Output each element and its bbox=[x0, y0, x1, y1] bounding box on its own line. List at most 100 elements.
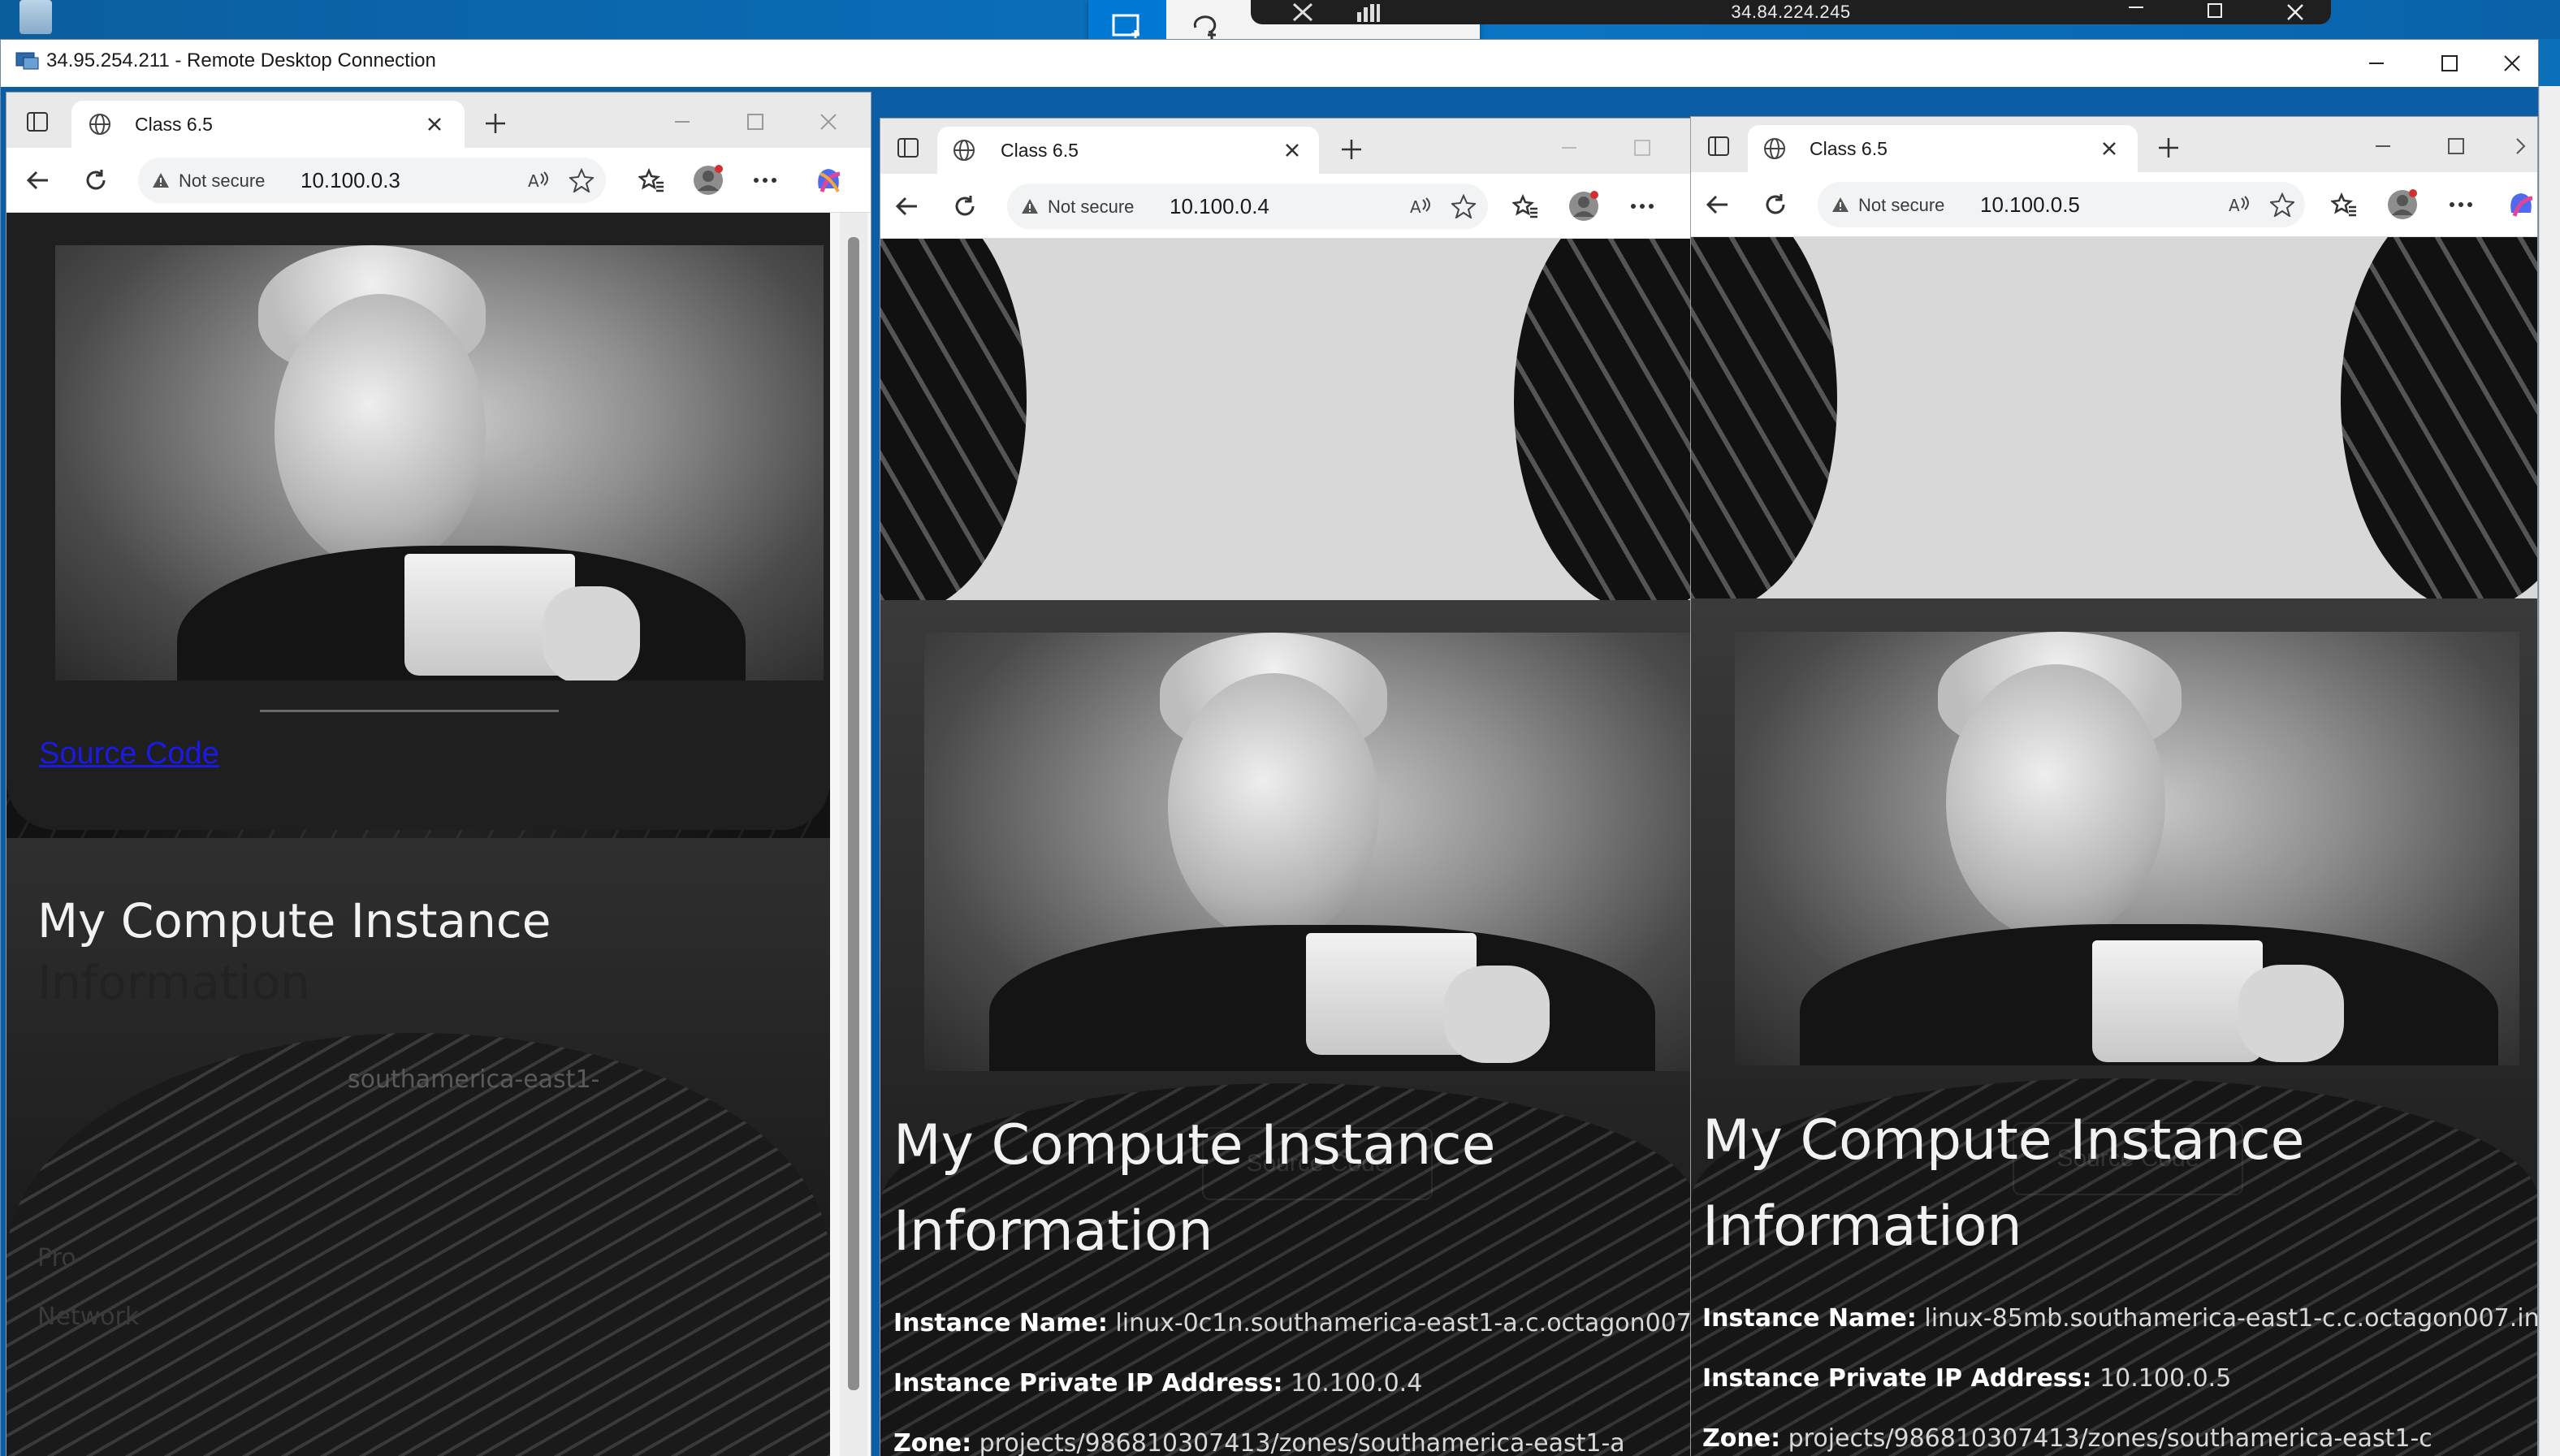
refresh-icon[interactable] bbox=[1756, 185, 1795, 224]
window-close-button[interactable] bbox=[2486, 40, 2538, 87]
refresh-icon[interactable] bbox=[76, 161, 115, 200]
rdp-window: 34.95.254.211 - Remote Desktop Connectio… bbox=[0, 39, 2539, 1456]
tab-class-6-5[interactable]: Class 6.5 bbox=[71, 101, 465, 148]
browser-minimize-button[interactable] bbox=[1551, 132, 1587, 164]
globe-icon bbox=[86, 110, 114, 138]
tab-strip: Class 6.5 bbox=[880, 119, 1694, 174]
remote-desktop-icon bbox=[15, 51, 40, 72]
browser-minimize-button[interactable] bbox=[664, 106, 700, 138]
more-options-icon[interactable] bbox=[2441, 185, 2480, 224]
browser-window-3: Class 6.5 Not secure 10.100.0.5 A Source… bbox=[1690, 116, 2538, 1456]
tab-list-chevron-icon[interactable] bbox=[2506, 130, 2536, 162]
read-aloud-icon[interactable]: A bbox=[2224, 190, 2253, 219]
instance-name-fragment: southamerica-east1- bbox=[348, 1065, 600, 1094]
zone-row: Zone: projects/986810307413/zones/southa… bbox=[893, 1429, 1625, 1456]
scrollbar-thumb[interactable] bbox=[848, 237, 859, 1390]
info-heading-line2: Information bbox=[1702, 1195, 2022, 1259]
page-viewport: Source Code My Compute Instance Informat… bbox=[880, 239, 1694, 1456]
read-aloud-icon[interactable]: A bbox=[1405, 192, 1434, 221]
tab-class-6-5[interactable]: Class 6.5 bbox=[1748, 125, 2138, 172]
more-options-icon[interactable] bbox=[746, 161, 785, 200]
svg-text:A: A bbox=[528, 171, 539, 190]
window-maximize-button[interactable] bbox=[2413, 40, 2486, 87]
private-ip-label: Instance Private IP Address: bbox=[1702, 1364, 2092, 1393]
tab-actions-icon[interactable] bbox=[892, 132, 924, 164]
tab-actions-icon[interactable] bbox=[21, 106, 54, 138]
private-ip-row: Instance Private IP Address: 10.100.0.5 bbox=[1702, 1364, 2231, 1393]
tab-close-icon[interactable] bbox=[1278, 136, 1306, 164]
tab-close-icon[interactable] bbox=[421, 110, 448, 138]
project-label-fragment: Pro bbox=[37, 1244, 76, 1272]
tab-title: Class 6.5 bbox=[135, 114, 213, 135]
browser-maximize-button[interactable] bbox=[737, 106, 773, 138]
tab-class-6-5[interactable]: Class 6.5 bbox=[937, 127, 1319, 174]
portrait-image bbox=[1735, 632, 2519, 1065]
profile-avatar[interactable] bbox=[2383, 185, 2422, 224]
browser-toolbar: Not secure 10.100.0.4 A bbox=[880, 174, 1694, 239]
favorite-star-icon[interactable] bbox=[1449, 192, 1478, 221]
warning-icon bbox=[1018, 195, 1041, 218]
back-icon[interactable] bbox=[887, 187, 926, 226]
browser-minimize-button[interactable] bbox=[2365, 130, 2401, 162]
zone-row: Zone: projects/986810307413/zones/southa… bbox=[1702, 1424, 2432, 1453]
instance-name-label: Instance Name: bbox=[893, 1309, 1108, 1337]
favorites-icon[interactable] bbox=[632, 161, 671, 200]
url-text[interactable]: 10.100.0.4 bbox=[1170, 194, 1269, 219]
copilot-icon[interactable] bbox=[809, 161, 848, 200]
not-secure-label: Not secure bbox=[179, 171, 266, 191]
browser-window-2: Class 6.5 Not secure 10.100.0.4 A Source… bbox=[880, 118, 1695, 1456]
new-tab-icon[interactable] bbox=[2151, 130, 2186, 166]
instance-name-row: Instance Name: linux-85mb.southamerica-e… bbox=[1702, 1304, 2537, 1333]
favorites-icon[interactable] bbox=[1506, 187, 1545, 226]
rdp-close-button[interactable] bbox=[2276, 0, 2315, 24]
favorite-star-icon[interactable] bbox=[567, 166, 596, 195]
rdp-minimize-button[interactable] bbox=[2117, 0, 2156, 24]
window-minimize-button[interactable] bbox=[2340, 40, 2413, 87]
page-viewport: Source Code My Compute Instance Informat… bbox=[1691, 237, 2537, 1456]
address-bar[interactable]: Not secure 10.100.0.3 A bbox=[138, 158, 606, 203]
rectangle-snip-icon bbox=[1112, 14, 1139, 38]
favorites-icon[interactable] bbox=[2324, 185, 2363, 224]
copilot-icon[interactable] bbox=[2503, 185, 2537, 224]
tab-actions-icon[interactable] bbox=[1702, 130, 1735, 162]
url-text[interactable]: 10.100.0.5 bbox=[1980, 192, 2080, 218]
page-scrollbar[interactable] bbox=[840, 213, 867, 1456]
favorite-star-icon[interactable] bbox=[2268, 190, 2297, 219]
not-secure-label: Not secure bbox=[1048, 197, 1135, 217]
profile-avatar[interactable] bbox=[689, 161, 728, 200]
svg-text:A: A bbox=[2229, 196, 2240, 214]
divider bbox=[260, 710, 559, 712]
back-icon[interactable] bbox=[18, 161, 57, 200]
tab-title: Class 6.5 bbox=[1810, 138, 1888, 159]
new-tab-icon[interactable] bbox=[1334, 132, 1369, 167]
url-text[interactable]: 10.100.0.3 bbox=[301, 168, 400, 193]
globe-icon bbox=[1761, 135, 1788, 162]
rdp-window-scrollbar[interactable] bbox=[2539, 86, 2560, 1456]
tab-close-icon[interactable] bbox=[2095, 135, 2123, 162]
tab-strip: Class 6.5 bbox=[1691, 117, 2537, 172]
profile-avatar[interactable] bbox=[1564, 187, 1603, 226]
address-bar[interactable]: Not secure 10.100.0.4 A bbox=[1007, 184, 1488, 229]
instance-name-row: Instance Name: linux-0c1n.southamerica-e… bbox=[893, 1309, 1694, 1337]
instance-name-label: Instance Name: bbox=[1702, 1304, 1917, 1333]
new-tab-icon[interactable] bbox=[478, 106, 513, 141]
back-icon[interactable] bbox=[1697, 185, 1736, 224]
info-heading-line2: Information bbox=[893, 1199, 1213, 1264]
recycle-bin-icon[interactable] bbox=[19, 0, 52, 34]
rdp-ip-address: 34.84.224.245 bbox=[1731, 2, 1851, 22]
rdp-restore-button[interactable] bbox=[2196, 0, 2235, 24]
browser-maximize-button[interactable] bbox=[2438, 130, 2474, 162]
tab-title: Class 6.5 bbox=[1001, 140, 1079, 161]
address-bar[interactable]: Not secure 10.100.0.5 A bbox=[1818, 182, 2305, 227]
browser-toolbar: Not secure 10.100.0.5 A bbox=[1691, 172, 2537, 237]
info-heading-line1: My Compute Instance bbox=[1702, 1108, 2305, 1173]
private-ip-value: 10.100.0.4 bbox=[1291, 1369, 1423, 1398]
more-options-icon[interactable] bbox=[1623, 187, 1662, 226]
source-code-link[interactable]: Source Code bbox=[39, 737, 219, 771]
read-aloud-icon[interactable]: A bbox=[523, 166, 552, 195]
zone-label: Zone: bbox=[1702, 1424, 1781, 1453]
browser-close-button[interactable] bbox=[811, 106, 846, 138]
browser-maximize-button[interactable] bbox=[1624, 132, 1660, 164]
remote-desktop-area: Class 6.5 Not secure 10.100.0.3 A Source… bbox=[1, 87, 2538, 1456]
refresh-icon[interactable] bbox=[945, 187, 984, 226]
